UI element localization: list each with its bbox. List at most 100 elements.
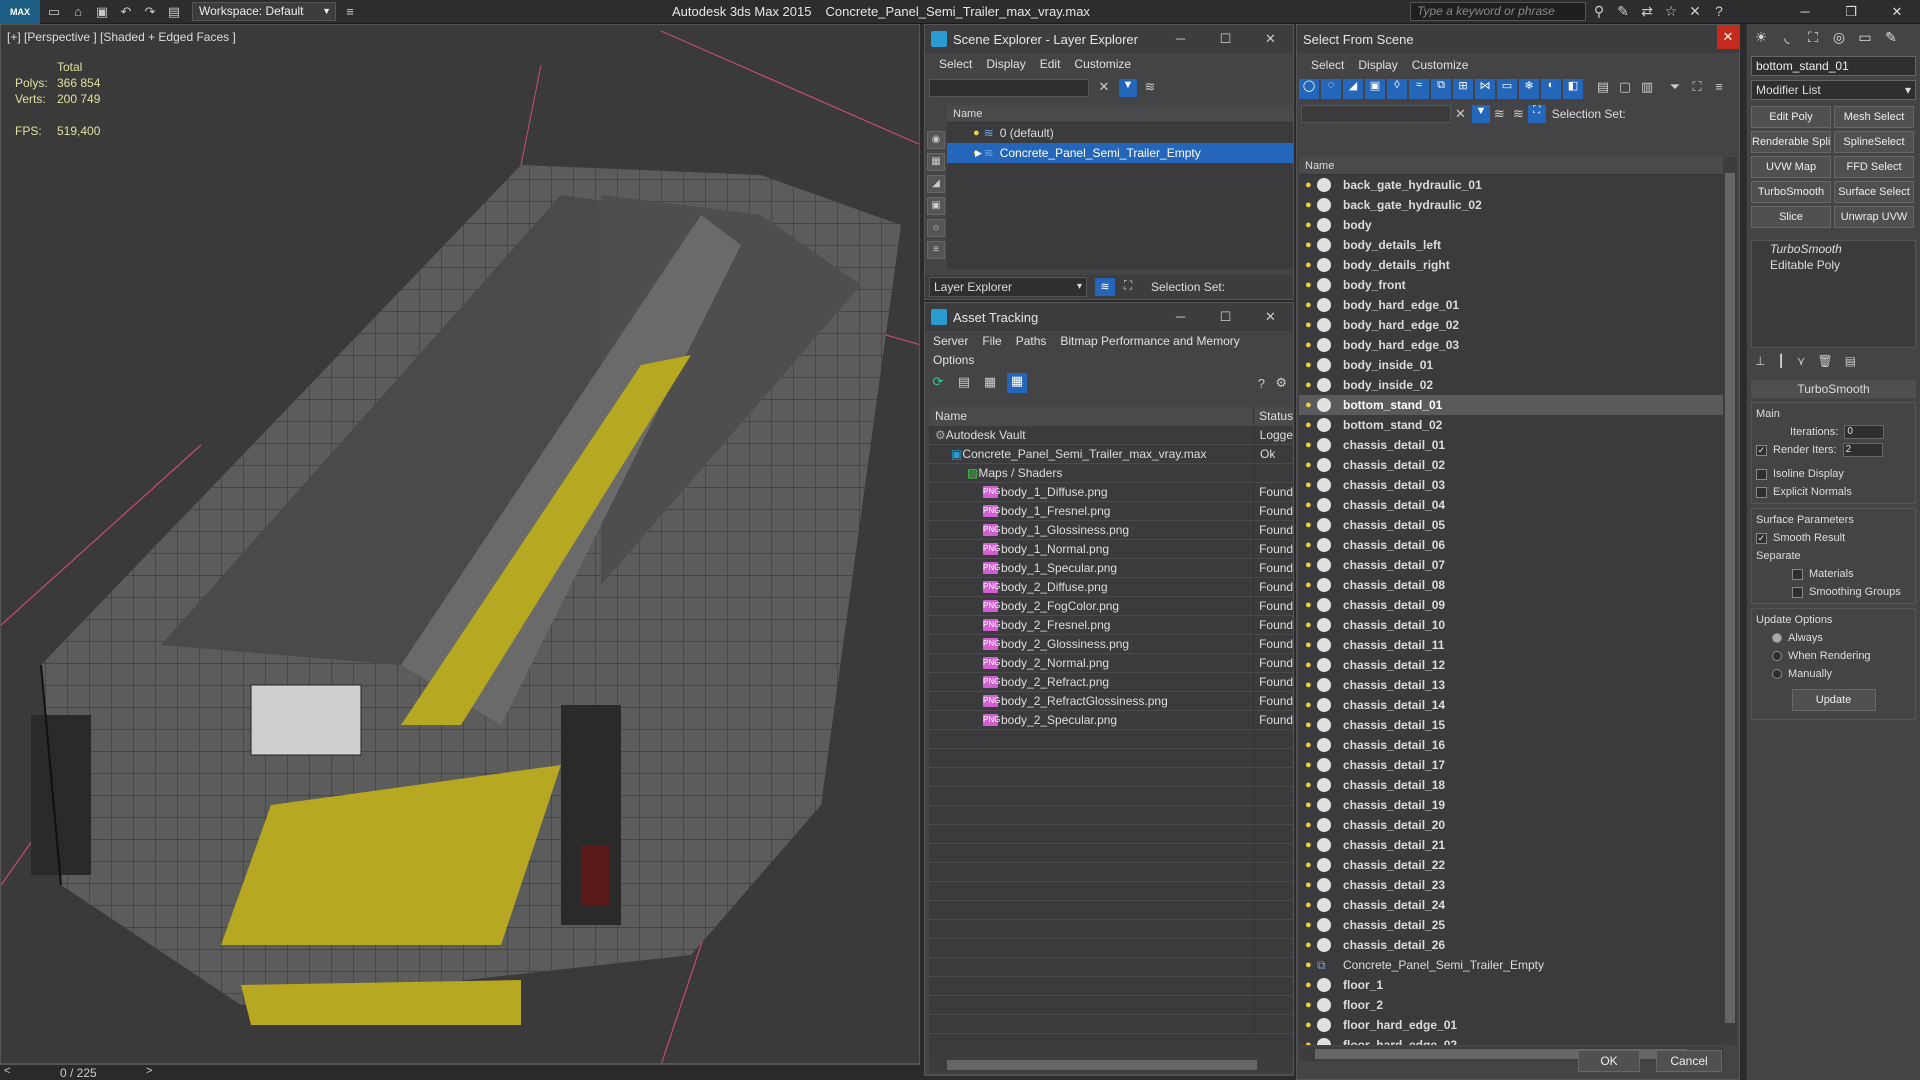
modify-tab-icon[interactable]: ◟ [1775, 26, 1799, 48]
lightbulb-icon[interactable]: ● [1305, 459, 1317, 471]
object-list-item[interactable]: ● chassis_detail_23 [1299, 875, 1723, 895]
object-list-item[interactable]: ● chassis_detail_05 [1299, 515, 1723, 535]
unwrap-uvw-button[interactable]: Unwrap UVW [1834, 206, 1914, 228]
funnel-icon[interactable]: ⏷ [1665, 79, 1685, 99]
display-groups-icon[interactable]: ⧉ [1431, 79, 1451, 99]
layer-options-icon[interactable]: ≋ [1141, 79, 1159, 97]
object-list-item[interactable]: ● chassis_detail_01 [1299, 435, 1723, 455]
redo-icon[interactable]: ↷ [140, 3, 160, 21]
perspective-viewport[interactable]: [+] [Perspective ] [Shaded + Edged Faces… [0, 24, 920, 1064]
object-list-item[interactable]: ● floor_hard_edge_02 [1299, 1035, 1723, 1045]
utilities-tab-icon[interactable]: ✎ [1879, 26, 1903, 48]
display-geometry-icon[interactable]: ◯ [1299, 79, 1319, 99]
lightbulb-icon[interactable]: ● [1305, 319, 1317, 331]
turbosmooth-button[interactable]: TurboSmooth [1751, 181, 1831, 203]
tools-icon[interactable]: ✎ [1614, 3, 1632, 21]
object-list-item[interactable]: ● chassis_detail_13 [1299, 675, 1723, 695]
display-shapes-icon[interactable]: ◌ [1321, 79, 1341, 99]
render-iters-checkbox[interactable]: ✓ [1756, 444, 1767, 456]
help-icon[interactable]: ? [1710, 3, 1728, 21]
project-folder-icon[interactable]: ▤ [164, 3, 184, 21]
object-list-item[interactable]: ● chassis_detail_22 [1299, 855, 1723, 875]
when-rendering-radio[interactable] [1772, 651, 1782, 661]
lightbulb-icon[interactable]: ● [1305, 819, 1317, 831]
menu-file[interactable]: File [982, 334, 1001, 348]
object-list-item[interactable]: ● body_hard_edge_01 [1299, 295, 1723, 315]
lightbulb-icon[interactable]: ● [1305, 199, 1317, 211]
pin-stack-icon[interactable]: ⊥ [1755, 354, 1765, 376]
object-list-item[interactable]: ● body [1299, 215, 1723, 235]
lightbulb-icon[interactable]: ● [1305, 399, 1317, 411]
filter-icon[interactable]: ▼ [1471, 105, 1490, 123]
object-list-item[interactable]: ● chassis_detail_11 [1299, 635, 1723, 655]
menu-customize[interactable]: Customize [1412, 58, 1469, 72]
asset-row[interactable]: PNG body_2_Fresnel.png Found [929, 615, 1293, 635]
lightbulb-icon[interactable]: ● [1305, 599, 1317, 611]
display-helpers-icon[interactable]: ≡ [927, 241, 945, 259]
menu-display[interactable]: Display [986, 57, 1025, 71]
display-spacewarps-icon[interactable]: ≈ [1409, 79, 1429, 99]
lightbulb-icon[interactable]: ● [1305, 859, 1317, 871]
render-iters-spinner[interactable]: 2 [1842, 443, 1883, 457]
lightbulb-icon[interactable]: ● [1305, 999, 1317, 1011]
filter-icon[interactable]: ▼ [1119, 79, 1137, 97]
asset-row[interactable]: PNG body_2_Diffuse.png Found [929, 577, 1293, 597]
iterations-spinner[interactable]: 0 [1844, 425, 1885, 439]
object-list-item[interactable]: ● chassis_detail_21 [1299, 835, 1723, 855]
restore-button[interactable]: ❐ [1828, 0, 1874, 24]
close-button[interactable]: ✕ [1717, 25, 1739, 49]
workspace-dropdown[interactable]: Workspace: Default ▼ [192, 2, 336, 21]
modifier-list-dropdown[interactable]: Modifier List [1751, 80, 1916, 100]
binoculars-icon[interactable]: ⚲ [1590, 3, 1608, 21]
minimize-button[interactable]: ─ [1158, 25, 1203, 53]
motion-tab-icon[interactable]: ◎ [1827, 26, 1851, 48]
asset-row[interactable]: PNG body_2_FogColor.png Found [929, 596, 1293, 616]
maximize-button[interactable]: ☐ [1203, 25, 1248, 53]
maximize-button[interactable]: ☐ [1203, 303, 1248, 331]
slice-button[interactable]: Slice [1751, 206, 1831, 228]
spline-select-button[interactable]: SplineSelect [1834, 131, 1914, 153]
display-bones-icon[interactable]: ⋈ [1475, 79, 1495, 99]
toolbar-menu-icon[interactable]: ≡ [340, 3, 360, 21]
menu-edit[interactable]: Edit [1040, 57, 1061, 71]
lightbulb-icon[interactable]: ● [1305, 519, 1317, 531]
lightbulb-icon[interactable]: ● [1305, 759, 1317, 771]
asset-row[interactable]: PNG body_2_Refract.png Found [929, 672, 1293, 692]
asset-tracking-titlebar[interactable]: Asset Tracking ─ ☐ ✕ [925, 303, 1293, 331]
select-all-icon[interactable]: ▤ [1593, 79, 1613, 99]
make-unique-icon[interactable]: ⋎ [1797, 354, 1806, 376]
configure-sets-icon[interactable]: ▤ [1845, 354, 1856, 376]
asset-row[interactable]: ⚙ Autodesk Vault Logge [929, 425, 1293, 445]
object-list-item[interactable]: ● bottom_stand_02 [1299, 415, 1723, 435]
smoothing-groups-checkbox[interactable] [1792, 586, 1803, 598]
settings-icon[interactable]: ⚙ [1275, 375, 1287, 391]
viewport-label[interactable]: [+] [Perspective ] [Shaded + Edged Faces… [7, 30, 236, 44]
create-tab-icon[interactable]: ☀ [1749, 26, 1773, 48]
column-header-name[interactable]: Name [947, 105, 1293, 123]
remove-modifier-icon[interactable]: 🗑 [1817, 354, 1832, 376]
next-frame-icon[interactable]: > [146, 1065, 152, 1077]
menu-display[interactable]: Display [1358, 58, 1397, 72]
object-list-item[interactable]: ● back_gate_hydraulic_01 [1299, 175, 1723, 195]
object-list-item[interactable]: ● chassis_detail_08 [1299, 575, 1723, 595]
object-list-item[interactable]: ● chassis_detail_02 [1299, 455, 1723, 475]
object-list-item[interactable]: ● back_gate_hydraulic_02 [1299, 195, 1723, 215]
lightbulb-icon[interactable]: ● [1305, 499, 1317, 511]
lightbulb-icon[interactable]: ● [1305, 959, 1317, 971]
object-list-item[interactable]: ● chassis_detail_18 [1299, 775, 1723, 795]
lightbulb-icon[interactable]: ● [1305, 659, 1317, 671]
lightbulb-icon[interactable]: ● [1305, 839, 1317, 851]
object-list-item[interactable]: ● body_details_left [1299, 235, 1723, 255]
object-list-item[interactable]: ● body_front [1299, 275, 1723, 295]
asset-row[interactable]: PNG body_1_Specular.png Found [929, 558, 1293, 578]
hierarchy-tab-icon[interactable]: ⛶ [1801, 26, 1825, 48]
hierarchy-icon[interactable]: ⛶ [1119, 278, 1137, 296]
lightbulb-icon[interactable]: ● [1305, 939, 1317, 951]
vertical-scrollbar[interactable] [1723, 157, 1737, 1045]
lightbulb-icon[interactable]: ● [1305, 1019, 1317, 1031]
object-list-item[interactable]: ● chassis_detail_04 [1299, 495, 1723, 515]
object-list-item[interactable]: ● chassis_detail_24 [1299, 895, 1723, 915]
update-button[interactable]: Update [1791, 689, 1876, 711]
display-containers-icon[interactable]: ▭ [1497, 79, 1517, 99]
lightbulb-icon[interactable]: ● [1305, 899, 1317, 911]
